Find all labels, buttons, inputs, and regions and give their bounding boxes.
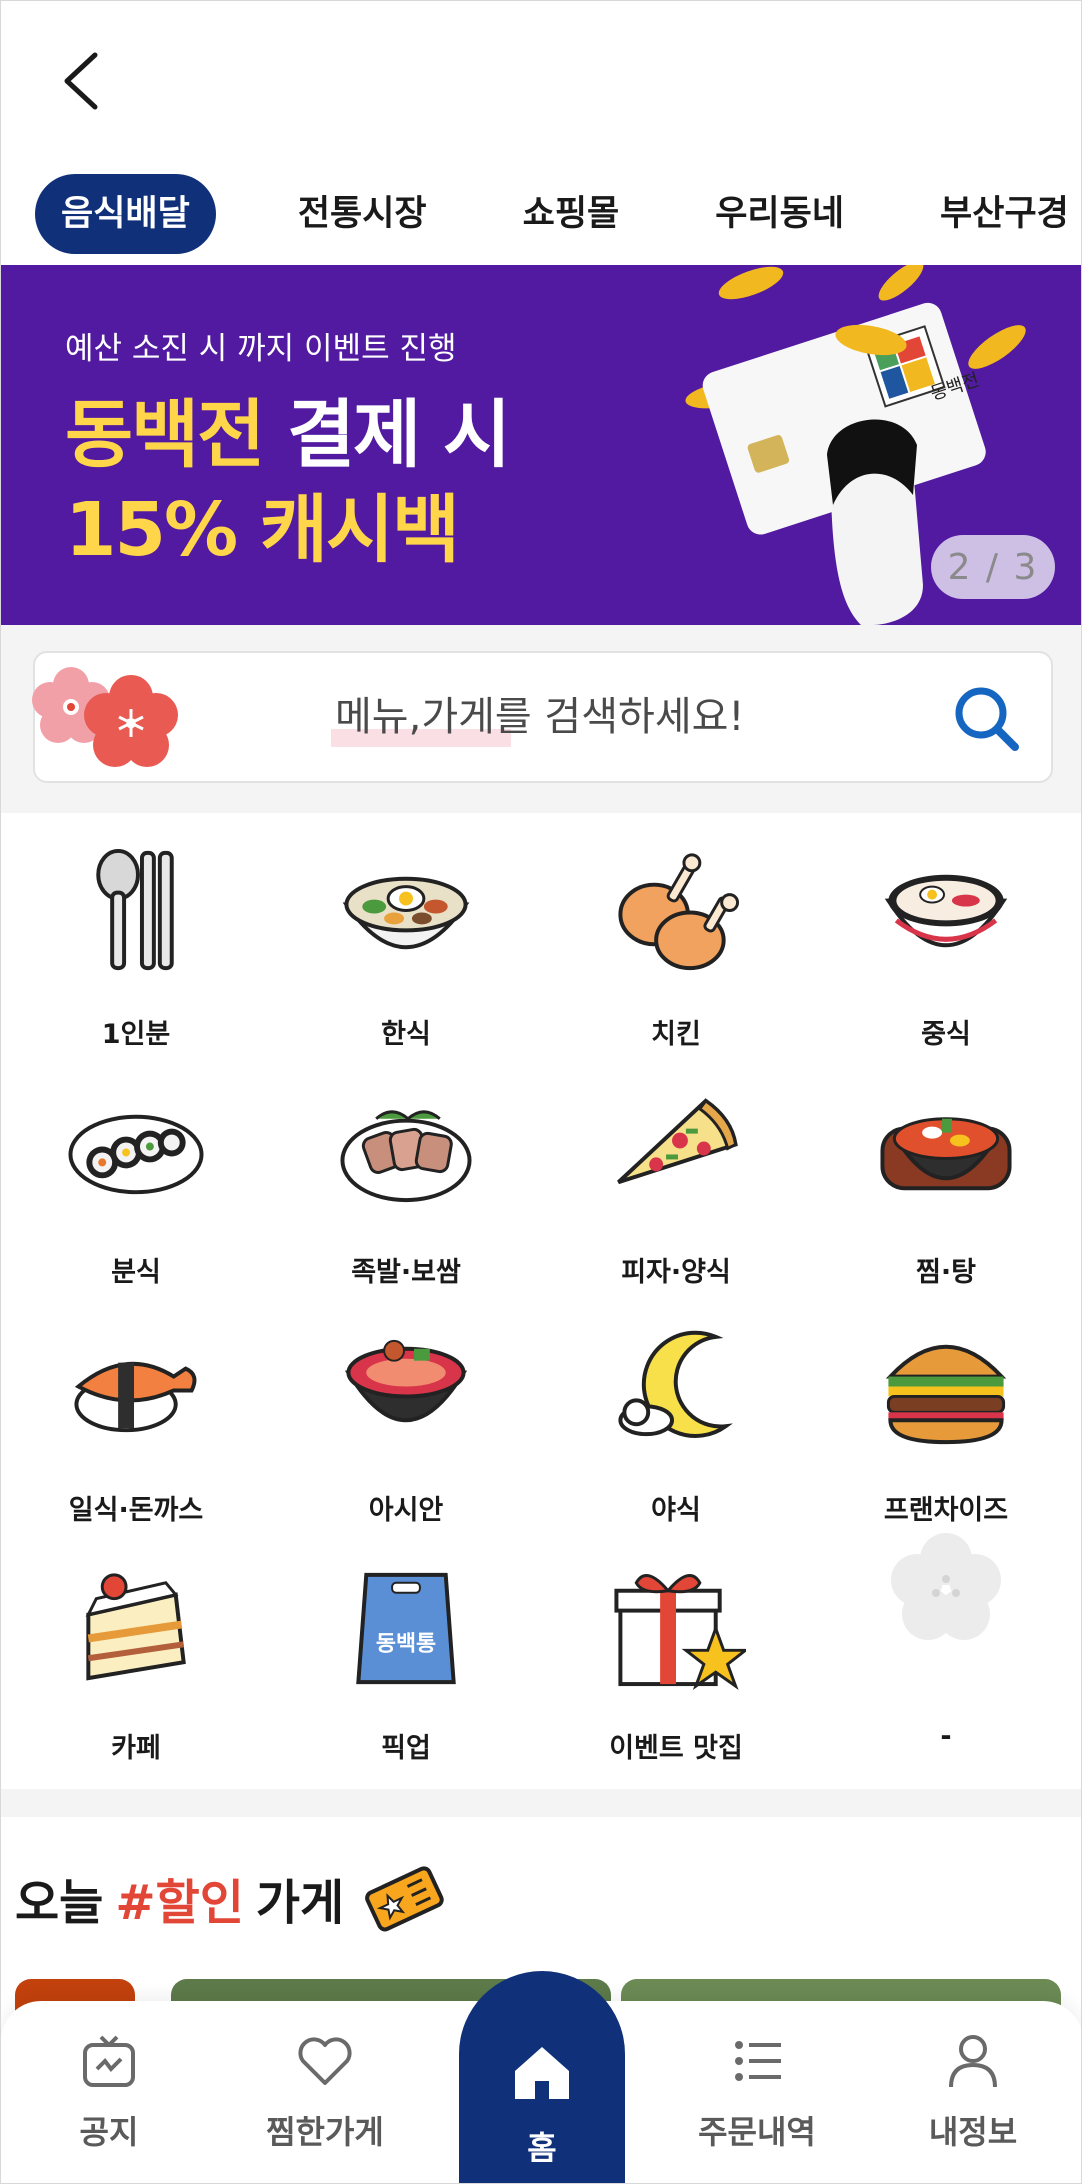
tv-notice-icon [83, 2035, 135, 2087]
coupon-ticket-icon [365, 1866, 444, 1932]
heart-icon [298, 2037, 352, 2085]
category-label: 야식 [651, 1495, 701, 1526]
cake-icon [85, 1573, 186, 1681]
bossam-icon [340, 1110, 472, 1203]
tab-neighborhood[interactable]: 우리동네 [689, 174, 870, 254]
heading-hashtag: #할인 [115, 1875, 244, 1931]
search-section: 메뉴,가게를 검색하세요! [1, 625, 1081, 813]
category-label: 픽업 [381, 1733, 431, 1764]
banner-subtitle: 예산 소진 시 까지 이벤트 진행 [65, 331, 457, 367]
heading-suffix: 가게 [255, 1875, 345, 1931]
category-japanese[interactable]: 일식·돈까스 [1, 1289, 271, 1527]
nav-home-label: 홈 [527, 2129, 557, 2167]
category-label: 중식 [921, 1019, 971, 1050]
noodle-bowl-icon [884, 874, 1008, 948]
category-label: 프랜차이즈 [883, 1495, 1009, 1526]
category-placeholder[interactable]: - [811, 1527, 1081, 1765]
sushi-icon [74, 1361, 197, 1433]
heading-prefix: 오늘 [15, 1875, 104, 1931]
tab-busan-tour[interactable]: 부산구경 [914, 174, 1081, 254]
category-asian[interactable]: 아시안 [271, 1289, 541, 1527]
category-label: 카페 [111, 1733, 161, 1764]
bottom-navigation: 공지 찜한가게 홈 주문내역 내정보 [1, 1971, 1081, 2183]
chicken-icon [618, 853, 740, 971]
home-icon [515, 2047, 569, 2099]
nav-favorites[interactable]: 찜한가게 [225, 2031, 425, 2161]
banner-brand: 동백전 [65, 392, 265, 478]
banner-headline-2: 15% 캐시백 [65, 487, 460, 573]
banner-headline-rest: 결제 시 [287, 392, 511, 478]
nav-orders[interactable]: 주문내역 [657, 2031, 857, 2161]
app-screen: 음식배달 전통시장 쇼핑몰 우리동네 부산구경 예산 소진 시 까지 이벤트 진… [0, 0, 1082, 2184]
category-pickup[interactable]: 동백통 픽업 [271, 1527, 541, 1765]
nav-orders-label: 주문내역 [698, 2113, 816, 2151]
camellia-placeholder-icon [891, 1533, 1001, 1640]
category-label: 이벤트 맛집 [609, 1733, 743, 1764]
search-icon[interactable] [951, 683, 1021, 753]
burger-icon [885, 1344, 1007, 1445]
pickup-bag-text: 동백통 [376, 1631, 436, 1656]
category-snack[interactable]: 분식 [1, 1051, 271, 1289]
category-event[interactable]: 이벤트 맛집 [541, 1527, 811, 1765]
pickup-bag-icon: 동백통 [356, 1572, 456, 1685]
category-korean[interactable]: 한식 [271, 813, 541, 1051]
banner-pager: 2 / 3 [931, 535, 1055, 599]
tab-traditional-market[interactable]: 전통시장 [272, 174, 453, 254]
category-chinese[interactable]: 중식 [811, 813, 1081, 1051]
header [1, 1, 1081, 161]
tab-food-delivery[interactable]: 음식배달 [35, 174, 216, 254]
asian-bowl-icon [344, 1339, 468, 1423]
section-divider [1, 1789, 1081, 1817]
category-label: 아시안 [368, 1495, 444, 1526]
camellia-flower-icon [32, 667, 178, 767]
category-label: 족발·보쌈 [351, 1257, 461, 1288]
category-bossam[interactable]: 족발·보쌈 [271, 1051, 541, 1289]
nav-notice[interactable]: 공지 [9, 2031, 209, 2161]
category-label: 1인분 [101, 1019, 171, 1050]
nav-home[interactable]: 홈 [459, 1971, 625, 2183]
nav-profile[interactable]: 내정보 [873, 2031, 1073, 2161]
nav-notice-label: 공지 [79, 2113, 139, 2151]
bibimbap-icon [342, 876, 470, 950]
nav-favorites-label: 찜한가게 [266, 2113, 384, 2151]
category-tabs: 음식배달 전통시장 쇼핑몰 우리동네 부산구경 [1, 166, 1081, 262]
back-button[interactable] [41, 41, 121, 121]
category-chicken[interactable]: 치킨 [541, 813, 811, 1051]
category-label: 일식·돈까스 [68, 1495, 204, 1526]
category-grid: 1인분 한식 치킨 중식 분식 족발·보쌈 피자·양식 찜·탕 일식·돈까스 아… [1, 813, 1081, 1789]
search-placeholder: 메뉴,가게를 검색하세요! [335, 694, 745, 740]
promo-banner[interactable]: 예산 소진 시 까지 이벤트 진행 동백전 결제 시 15% 캐시백 동백전 2… [1, 265, 1081, 625]
category-label: 치킨 [651, 1019, 701, 1050]
tab-shopping-mall[interactable]: 쇼핑몰 [497, 174, 646, 254]
category-franchise[interactable]: 프랜차이즈 [811, 1289, 1081, 1527]
gift-icon [614, 1574, 746, 1690]
chevron-left-icon [64, 52, 98, 110]
category-1-serving[interactable]: 1인분 [1, 813, 271, 1051]
category-late-night[interactable]: 야식 [541, 1289, 811, 1527]
category-pizza[interactable]: 피자·양식 [541, 1051, 811, 1289]
person-icon [949, 2035, 997, 2088]
category-label: 한식 [381, 1019, 431, 1050]
stew-pot-icon [880, 1117, 1012, 1191]
banner-headline-1: 동백전 결제 시 [65, 375, 511, 482]
category-stew[interactable]: 찜·탕 [811, 1051, 1081, 1289]
gimbap-icon [68, 1114, 204, 1195]
nav-profile-label: 내정보 [928, 2113, 1018, 2151]
category-cafe[interactable]: 카페 [1, 1527, 271, 1765]
moon-icon [618, 1330, 733, 1438]
category-label: 피자·양식 [621, 1257, 731, 1288]
spoon-chopsticks-icon [96, 848, 174, 971]
pizza-icon [617, 1098, 738, 1185]
today-discount-heading: 오늘 #할인 가게 [15, 1863, 444, 1933]
search-input[interactable]: 메뉴,가게를 검색하세요! [32, 651, 1053, 783]
category-label: - [940, 1721, 952, 1752]
order-list-icon [735, 2041, 781, 2081]
category-label: 분식 [111, 1257, 161, 1288]
category-label: 찜·탕 [916, 1257, 976, 1288]
